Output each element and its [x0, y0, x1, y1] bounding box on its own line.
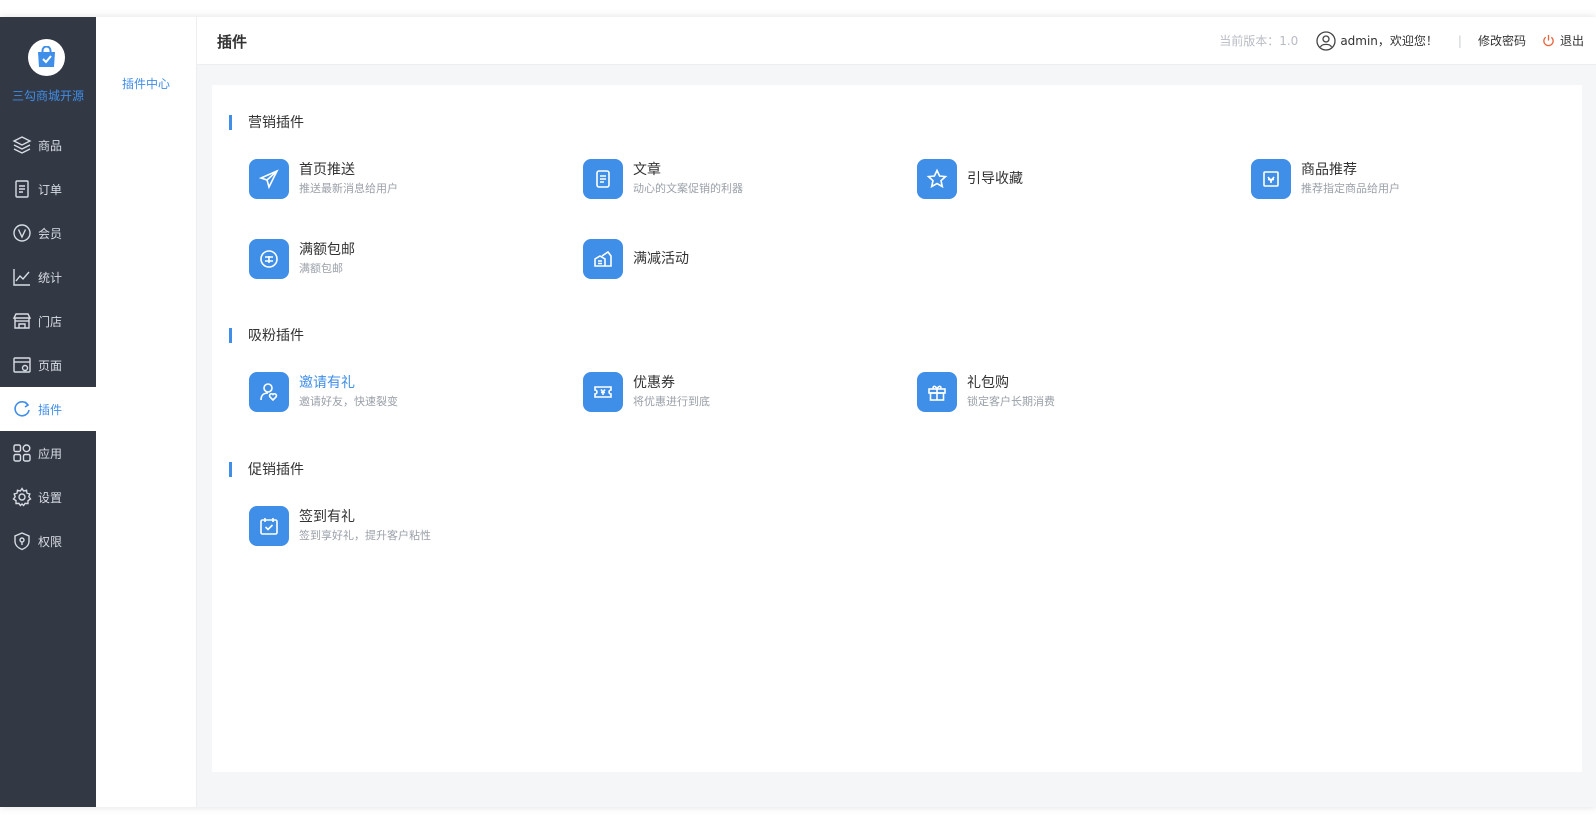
plugin-card-goods-recommend[interactable]: 商品推荐 推荐指定商品给用户: [1251, 159, 1400, 199]
discount-icon: [583, 239, 623, 279]
send-icon: [249, 159, 289, 199]
sidebar-item-permissions[interactable]: 权限: [0, 519, 96, 563]
plugin-title: 文章: [633, 162, 661, 178]
plugin-title: 邀请有礼: [299, 375, 355, 391]
user-icon: [1316, 30, 1336, 51]
plugin-title: 签到有礼: [299, 509, 355, 525]
plugin-title: 礼包购: [967, 375, 1009, 391]
sidebar-item-orders[interactable]: 订单: [0, 167, 96, 211]
section-title-marketing: 营销插件: [229, 112, 304, 132]
sub-sidebar-item-plugin-center[interactable]: 插件中心: [96, 75, 196, 92]
plugin-title: 满额包邮: [299, 242, 355, 258]
store-icon: [12, 313, 32, 329]
plugin-title: 首页推送: [299, 162, 355, 178]
plugin-card-coupon[interactable]: 优惠券 将优惠进行到底: [583, 372, 710, 412]
change-password-link[interactable]: 修改密码: [1478, 32, 1526, 49]
plugin-desc: 推送最新消息给用户: [299, 182, 398, 195]
checkin-icon: [249, 506, 289, 546]
logo[interactable]: 三勾商城开源: [0, 17, 96, 117]
plugin-card-free-shipping[interactable]: 满额包邮 满额包邮: [249, 239, 355, 279]
user-welcome: admin，欢迎您！: [1340, 34, 1438, 48]
plugin-desc: 将优惠进行到底: [633, 395, 710, 408]
chart-icon: [13, 269, 30, 286]
plugin-card-guide-favorite[interactable]: 引导收藏: [917, 159, 1023, 199]
sidebar-item-label: 插件: [38, 402, 63, 417]
logout-label: 退出: [1559, 34, 1584, 48]
section-title-text: 吸粉插件: [248, 328, 304, 344]
plugin-card-checkin[interactable]: 签到有礼 签到享好礼，提升客户粘性: [249, 506, 431, 546]
sidebar-item-stats[interactable]: 统计: [0, 255, 96, 299]
sidebar-item-label: 设置: [38, 490, 63, 505]
apps-icon: [13, 444, 31, 462]
app-frame: 三勾商城开源 商品 订单 会员 统计 门店 页面 插件 应用 设置 权限 插件中…: [0, 17, 1596, 807]
header-actions: 当前版本：1.0 admin，欢迎您！ | 修改密码 退出: [1219, 17, 1584, 64]
plugin-desc: 签到享好礼，提升客户粘性: [299, 529, 431, 542]
sidebar-item-label: 应用: [38, 446, 63, 461]
sidebar-item-plugins[interactable]: 插件: [0, 387, 96, 431]
sub-sidebar: 插件中心: [96, 17, 197, 807]
plugin-card-homepage-push[interactable]: 首页推送 推送最新消息给用户: [249, 159, 398, 199]
layers-icon: [12, 136, 32, 154]
logout-button[interactable]: 退出: [1542, 32, 1584, 49]
plugin-title: 优惠券: [633, 375, 675, 391]
plugin-title: 商品推荐: [1301, 162, 1357, 178]
power-icon: [1543, 34, 1554, 47]
plugin-title: 引导收藏: [967, 170, 1023, 187]
plugin-card-invite[interactable]: 邀请有礼 邀请好友，快速裂变: [249, 372, 398, 412]
sidebar-item-pages[interactable]: 页面: [0, 343, 96, 387]
star-icon: [917, 159, 957, 199]
plugin-card-article[interactable]: 文章 动心的文案促销的利器: [583, 159, 743, 199]
shopping-bag-icon: [28, 39, 65, 76]
plugin-desc: 满额包邮: [299, 262, 343, 275]
section-marker: [229, 114, 232, 130]
vip-icon: [13, 224, 31, 242]
sidebar-item-label: 门店: [38, 314, 63, 329]
recommend-icon: [1251, 159, 1291, 199]
gear-icon: [12, 487, 32, 507]
plugin-panel: 营销插件 首页推送 推送最新消息给用户 文章 动心的文案促销的利器 引导收藏 商…: [212, 85, 1582, 772]
section-marker: [229, 327, 232, 343]
brand-name: 三勾商城开源: [11, 89, 84, 103]
plugin-card-gift-package[interactable]: 礼包购 锁定客户长期消费: [917, 372, 1055, 412]
plugin-desc: 推荐指定商品给用户: [1301, 182, 1400, 195]
divider: |: [1457, 33, 1462, 48]
invite-icon: [249, 372, 289, 412]
plugin-title: 满减活动: [633, 250, 689, 267]
gift-icon: [917, 372, 957, 412]
sidebar-item-label: 页面: [38, 358, 63, 373]
order-icon: [15, 180, 29, 198]
plugin-desc: 动心的文案促销的利器: [633, 182, 743, 195]
user-info[interactable]: admin，欢迎您！: [1316, 30, 1438, 51]
sidebar-item-members[interactable]: 会员: [0, 211, 96, 255]
plugin-desc: 邀请好友，快速裂变: [299, 395, 398, 408]
sidebar-item-label: 统计: [38, 270, 63, 285]
sidebar-item-label: 会员: [38, 226, 63, 241]
version-text: 当前版本：1.0: [1219, 34, 1299, 48]
sidebar-item-stores[interactable]: 门店: [0, 299, 96, 343]
section-title-text: 促销插件: [248, 462, 304, 478]
top-header: 插件 当前版本：1.0 admin，欢迎您！ | 修改密码 退出: [197, 17, 1596, 65]
sidebar-item-settings[interactable]: 设置: [0, 475, 96, 519]
shield-icon: [14, 532, 30, 551]
sidebar-item-label: 订单: [38, 182, 63, 197]
section-title-fans: 吸粉插件: [229, 325, 304, 345]
page-title: 插件: [217, 33, 248, 51]
main-sidebar: 三勾商城开源 商品 订单 会员 统计 门店 页面 插件 应用 设置 权限: [0, 17, 96, 807]
plugin-icon: [14, 401, 30, 417]
post-icon: [249, 239, 289, 279]
section-title-text: 营销插件: [248, 115, 304, 131]
section-title-promotion: 促销插件: [229, 459, 304, 479]
sidebar-nav: 商品 订单 会员 统计 门店 页面 插件 应用 设置 权限: [0, 123, 96, 563]
page-icon: [13, 357, 31, 373]
plugin-desc: 锁定客户长期消费: [967, 395, 1055, 408]
sidebar-item-apps[interactable]: 应用: [0, 431, 96, 475]
sidebar-item-goods[interactable]: 商品: [0, 123, 96, 167]
coupon-icon: [583, 372, 623, 412]
plugin-card-full-reduction[interactable]: 满减活动: [583, 239, 689, 279]
article-icon: [583, 159, 623, 199]
section-marker: [229, 461, 232, 477]
sidebar-item-label: 权限: [38, 534, 63, 549]
sidebar-item-label: 商品: [38, 138, 63, 153]
